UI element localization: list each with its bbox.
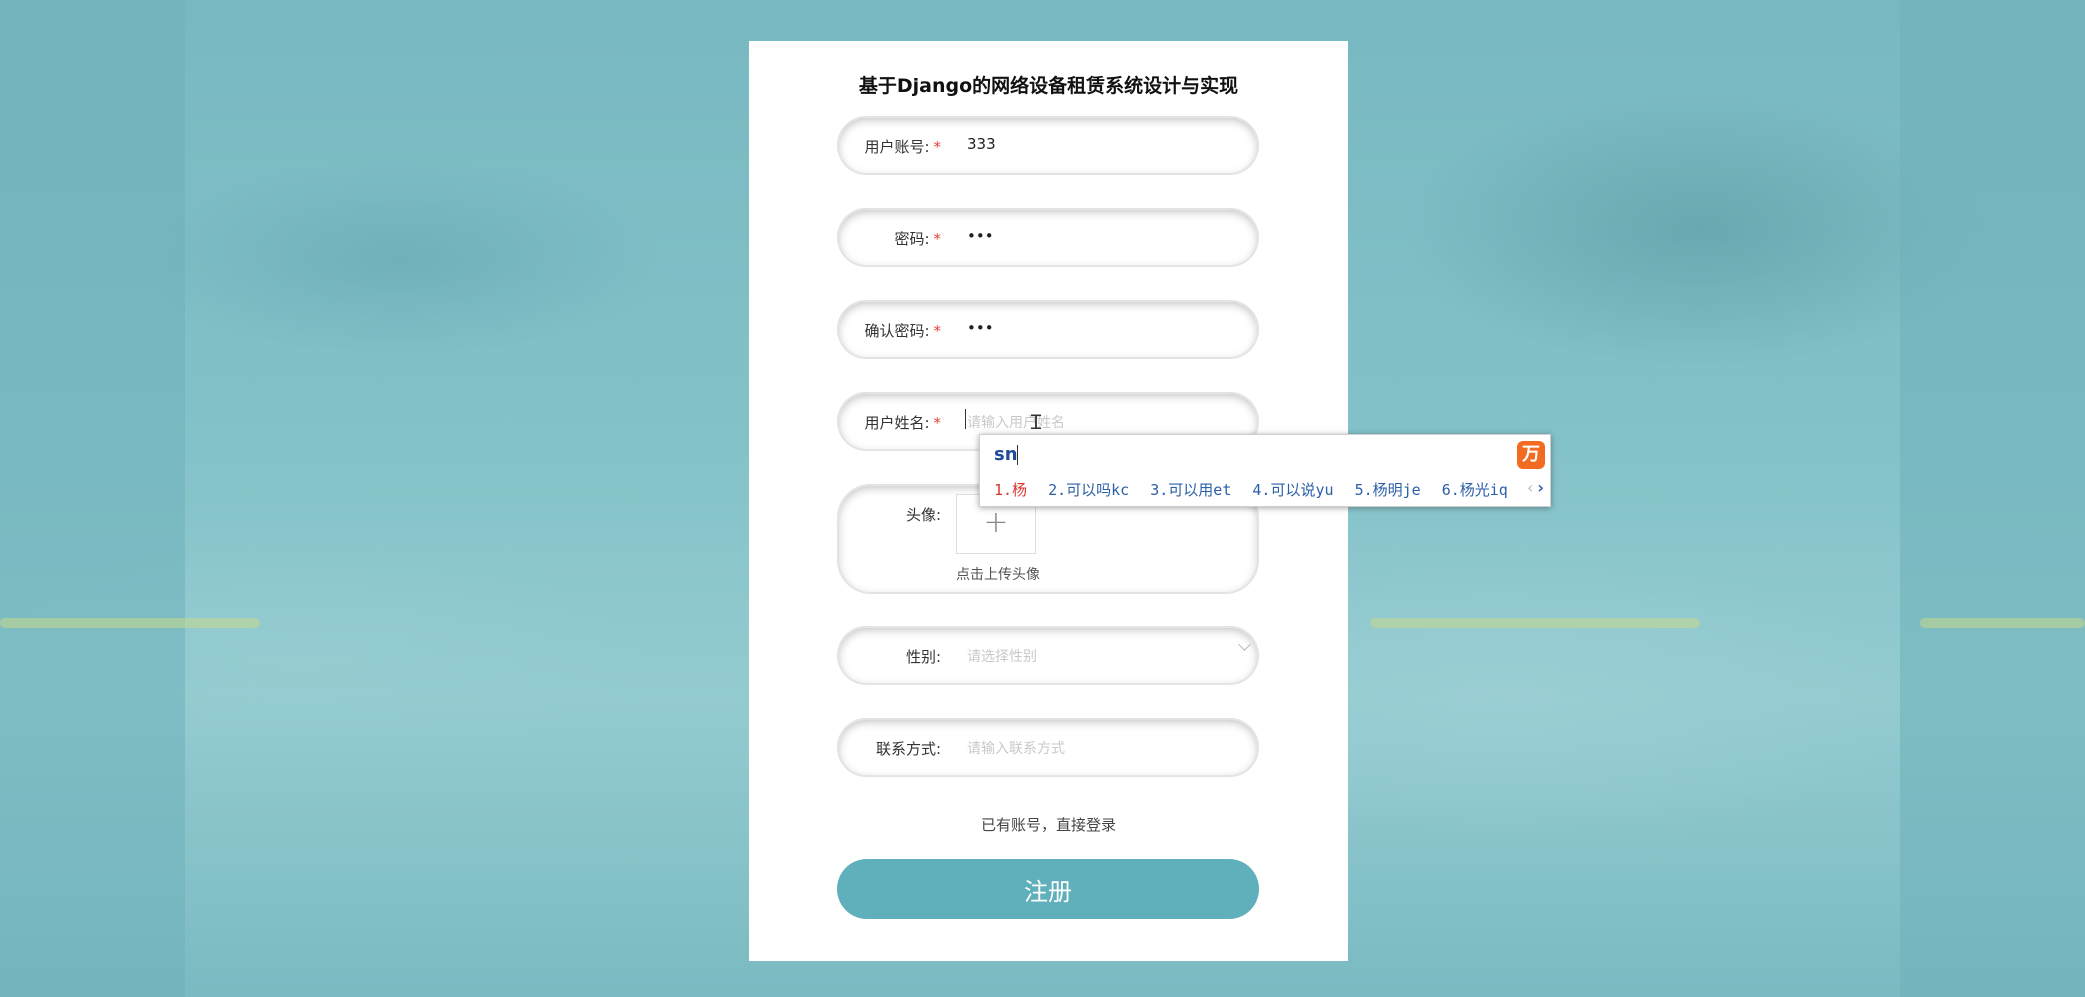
account-input[interactable]: 333 — [967, 135, 996, 153]
gender-label: 性别: — [905, 648, 941, 666]
ime-logo-icon[interactable]: 万 — [1517, 441, 1545, 469]
required-mark: * — [933, 414, 942, 432]
required-mark: * — [933, 138, 942, 156]
chevron-down-icon — [1238, 638, 1251, 651]
chevron-right-icon[interactable]: › — [1537, 478, 1544, 497]
name-input[interactable]: 请输入用户姓名 — [967, 412, 1065, 432]
ime-candidate-window: sn 万 1.杨 2.可以吗kc 3.可以用et 4.可以说yu 5.杨明je … — [979, 434, 1551, 507]
name-label: 用户姓名: * — [864, 414, 942, 432]
gender-select[interactable]: 性别: 请选择性别 — [837, 626, 1259, 685]
ime-candidate-list: 1.杨 2.可以吗kc 3.可以用et 4.可以说yu 5.杨明je 6.杨光i… — [994, 479, 1520, 500]
confirm-password-field[interactable]: 确认密码: * ••• — [837, 300, 1259, 359]
confirm-password-label: 确认密码: * — [864, 322, 942, 340]
ime-candidate[interactable]: 2.可以吗kc — [1048, 481, 1129, 499]
confirm-password-input[interactable]: ••• — [967, 319, 994, 337]
account-field[interactable]: 用户账号: * 333 — [837, 116, 1259, 175]
ime-candidate[interactable]: 6.杨光iq — [1442, 481, 1508, 499]
required-mark: * — [933, 322, 942, 340]
password-label: 密码: * — [894, 230, 942, 248]
gender-placeholder: 请选择性别 — [967, 649, 1037, 665]
ime-candidate[interactable]: 5.杨明je — [1355, 481, 1421, 499]
contact-input[interactable]: 请输入联系方式 — [967, 738, 1065, 758]
login-link[interactable]: 已有账号，直接登录 — [749, 814, 1348, 835]
ibeam-cursor-icon: Ｉ — [1026, 410, 1046, 434]
ime-cursor — [1017, 445, 1018, 465]
chevron-left-icon[interactable]: ‹ — [1527, 478, 1533, 497]
password-field[interactable]: 密码: * ••• — [837, 208, 1259, 267]
password-input[interactable]: ••• — [967, 227, 994, 245]
ime-composition: sn — [994, 444, 1018, 465]
required-mark: * — [933, 230, 942, 248]
register-button[interactable]: 注册 — [837, 859, 1259, 919]
avatar-label: 头像: — [905, 506, 941, 524]
account-label: 用户账号: * — [864, 138, 942, 156]
contact-label: 联系方式: — [875, 740, 941, 758]
ime-candidate[interactable]: 4.可以说yu — [1252, 481, 1333, 499]
page-title: 基于Django的网络设备租赁系统设计与实现 — [858, 75, 1239, 97]
plus-icon: + — [983, 505, 1009, 540]
ime-candidate[interactable]: 1.杨 — [994, 481, 1027, 499]
text-cursor — [965, 409, 966, 429]
contact-field[interactable]: 联系方式: 请输入联系方式 — [837, 718, 1259, 777]
upload-hint: 点击上传头像 — [956, 567, 1040, 583]
ime-candidate[interactable]: 3.可以用et — [1150, 481, 1231, 499]
ime-page-nav: ‹ › — [1527, 478, 1544, 497]
